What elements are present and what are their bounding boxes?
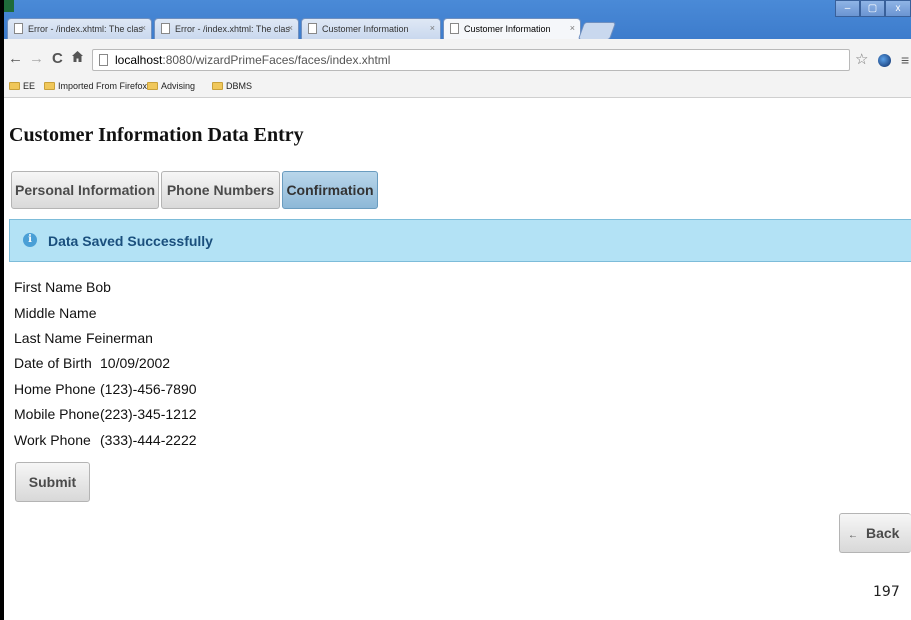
submit-button[interactable]: Submit	[15, 462, 90, 502]
work-phone-label: Work Phone	[14, 432, 91, 448]
close-icon[interactable]: ×	[288, 23, 293, 33]
first-name-value: Bob	[86, 279, 111, 295]
wizard-tab-confirmation[interactable]: Confirmation	[282, 171, 378, 209]
bookmark-folder-dbms[interactable]: DBMS	[212, 81, 252, 91]
message-text: Data Saved Successfully	[48, 233, 213, 249]
bookmark-star-icon[interactable]: ☆	[855, 50, 868, 68]
info-icon: i	[23, 233, 37, 247]
new-tab-button[interactable]	[577, 22, 617, 40]
bookmark-label: Imported From Firefox	[58, 81, 148, 91]
slide-number: 197	[873, 584, 900, 600]
close-icon[interactable]: ×	[430, 23, 435, 33]
back-button-label: Back	[866, 525, 900, 541]
tab-title: Customer Information	[464, 24, 551, 34]
tab-title: Error - /index.xhtml: The clas	[28, 24, 143, 34]
mobile-phone-label: Mobile Phone	[14, 406, 100, 422]
arrow-left-icon: ←	[848, 530, 858, 541]
page-icon	[308, 23, 317, 34]
back-button[interactable]: ← Back	[839, 513, 911, 553]
corner-accent	[4, 0, 14, 12]
bookmarks-bar: EE Imported From Firefox Advising DBMS	[4, 77, 911, 98]
wizard-tab-phone-numbers[interactable]: Phone Numbers	[161, 171, 280, 209]
back-icon[interactable]: ←	[8, 50, 23, 67]
home-phone-label: Home Phone	[14, 381, 96, 397]
browser-tab[interactable]: Error - /index.xhtml: The clas ×	[154, 18, 299, 39]
page-icon	[161, 23, 170, 34]
home-phone-value: (123)-456-7890	[100, 381, 197, 397]
date-of-birth-value: 10/09/2002	[100, 355, 171, 371]
bookmark-label: DBMS	[226, 81, 253, 91]
bookmark-label: Advising	[161, 81, 196, 91]
url-host: localhost	[115, 53, 163, 67]
url-path: :8080/wizardPrimeFaces/faces/index.xhtml	[162, 53, 391, 67]
tab-title: Error - /index.xhtml: The clas	[175, 24, 290, 34]
page-icon	[99, 54, 108, 66]
tab-title: Customer Information	[322, 24, 409, 34]
bookmark-folder-advising[interactable]: Advising	[147, 81, 195, 91]
close-window-button[interactable]: x	[885, 0, 911, 17]
maximize-button[interactable]: ▢	[860, 0, 885, 17]
page-icon	[14, 23, 23, 34]
last-name-label: Last Name	[14, 330, 82, 346]
bookmark-folder-ee[interactable]: EE	[9, 81, 35, 91]
work-phone-value: (333)-444-2222	[100, 432, 197, 448]
browser-tab[interactable]: Customer Information ×	[301, 18, 441, 39]
page-title: Customer Information Data Entry	[9, 124, 304, 146]
bookmark-label: EE	[23, 81, 36, 91]
menu-icon[interactable]: ≡	[901, 52, 909, 68]
success-message: i Data Saved Successfully	[9, 219, 911, 262]
close-icon[interactable]: ×	[141, 23, 146, 33]
folder-icon	[147, 82, 158, 90]
wizard-tab-personal-information[interactable]: Personal Information	[11, 171, 159, 209]
extension-globe-icon[interactable]	[878, 54, 891, 67]
minimize-button[interactable]: –	[835, 0, 860, 17]
browser-tab[interactable]: Error - /index.xhtml: The clas ×	[7, 18, 152, 39]
folder-icon	[9, 82, 20, 90]
browser-tab-active[interactable]: Customer Information ×	[443, 18, 581, 39]
date-of-birth-label: Date of Birth	[14, 355, 92, 371]
close-icon[interactable]: ×	[570, 23, 575, 33]
mobile-phone-value: (223)-345-1212	[100, 406, 197, 422]
reload-icon[interactable]: C	[52, 50, 63, 67]
page-icon	[450, 23, 459, 34]
last-name-value: Feinerman	[86, 330, 153, 346]
address-bar[interactable]: localhost:8080/wizardPrimeFaces/faces/in…	[92, 49, 850, 71]
home-icon[interactable]	[71, 50, 84, 66]
forward-icon[interactable]: →	[29, 50, 44, 67]
middle-name-label: Middle Name	[14, 305, 97, 321]
folder-icon	[212, 82, 223, 90]
first-name-label: First Name	[14, 279, 83, 295]
bookmark-folder-imported[interactable]: Imported From Firefox	[44, 81, 147, 91]
folder-icon	[44, 82, 55, 90]
